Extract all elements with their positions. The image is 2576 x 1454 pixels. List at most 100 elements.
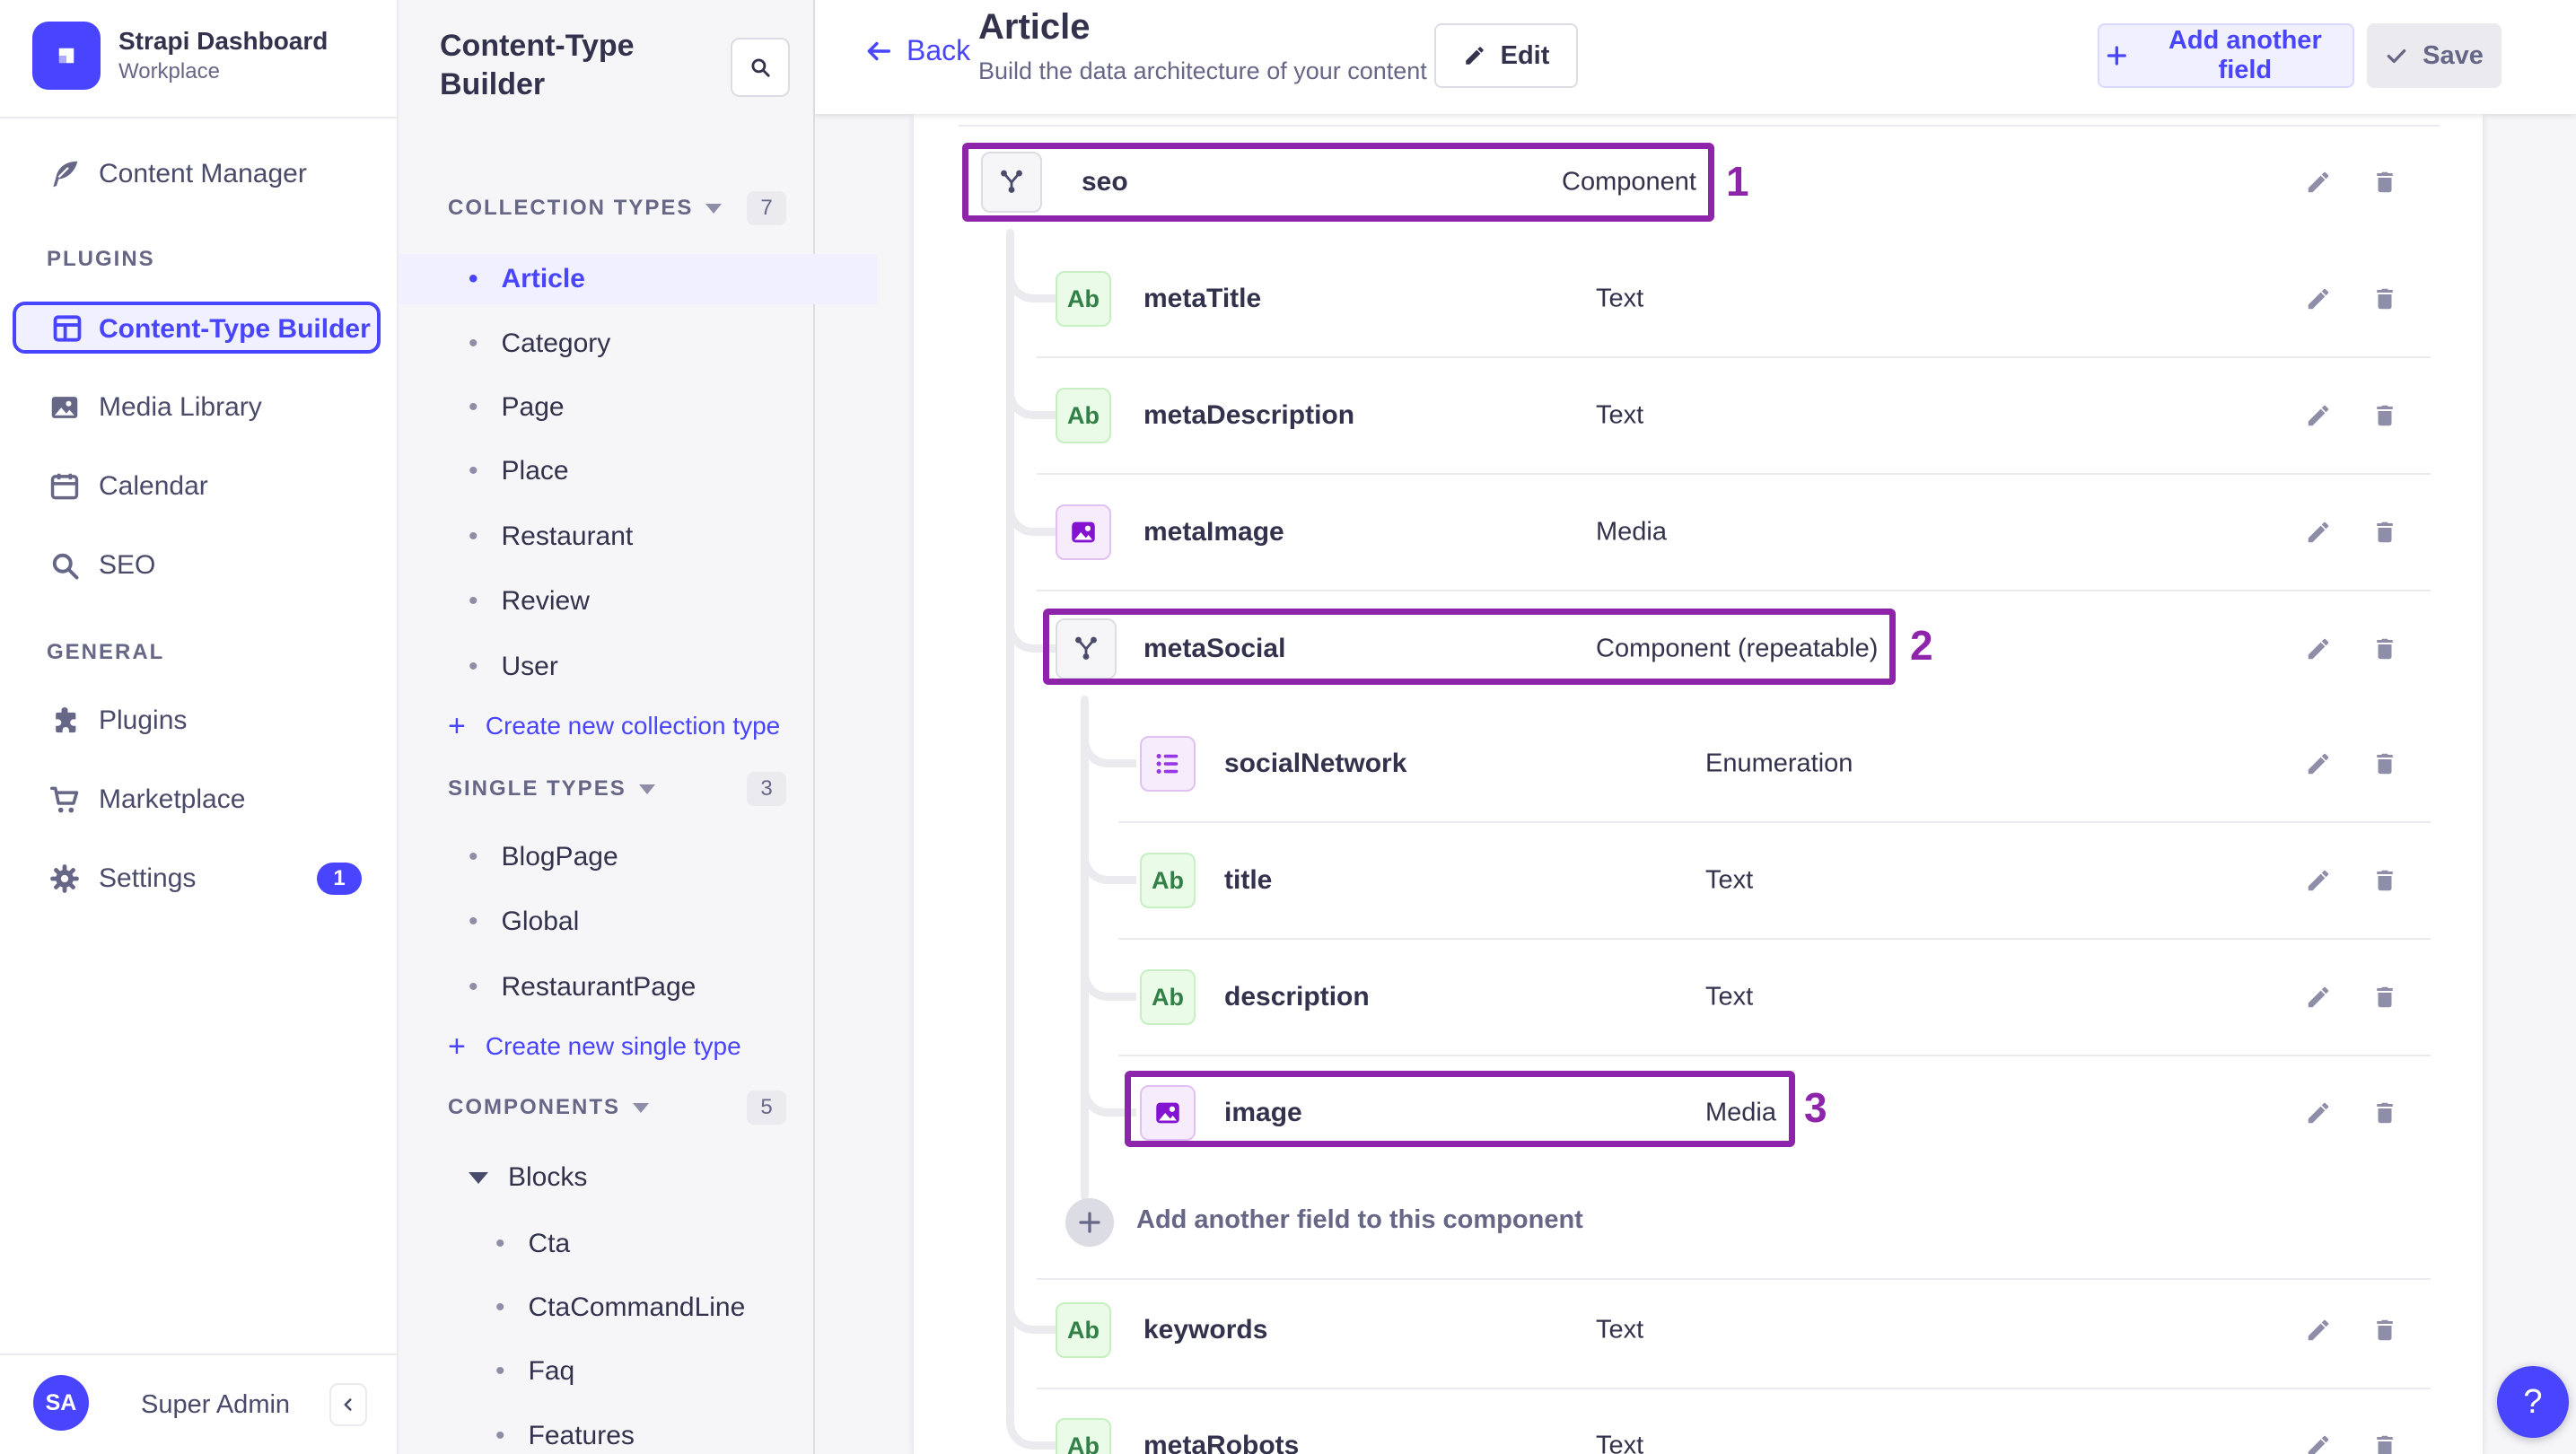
divider (1118, 1055, 2431, 1056)
divider (1118, 938, 2431, 940)
chevron-down-icon (633, 1102, 650, 1113)
trash-icon (2377, 986, 2393, 1008)
pencil-icon (2308, 638, 2329, 660)
edit-field-button[interactable] (2298, 628, 2339, 670)
subnav-item-article[interactable]: • Article (399, 254, 877, 304)
field-type: Text (1705, 982, 1754, 1012)
page-subtitle: Build the data architecture of your cont… (978, 57, 1427, 84)
subnav-item-page[interactable]: • Page (399, 382, 877, 433)
delete-field-button[interactable] (2364, 1092, 2405, 1134)
edit-field-button[interactable] (2298, 1092, 2339, 1134)
subnav-item-label: Cta (528, 1229, 571, 1258)
sidebar-item-plugins[interactable]: Plugins (0, 692, 397, 749)
divider (1037, 473, 2431, 475)
delete-field-button[interactable] (2364, 395, 2405, 436)
subnav-item-label: Article (501, 264, 585, 293)
component-field-icon (1056, 618, 1117, 679)
components-header[interactable]: COMPONENTS (448, 1093, 650, 1122)
sidebar-item-marketplace[interactable]: Marketplace (0, 771, 397, 828)
subnav-item-place[interactable]: • Place (399, 446, 877, 496)
subnav-group-blocks[interactable]: Blocks (399, 1152, 877, 1203)
add-field-to-component-label[interactable]: Add another field to this component (1136, 1205, 1583, 1235)
subnav-item-category[interactable]: • Category (399, 319, 877, 369)
delete-field-button[interactable] (2364, 977, 2405, 1018)
sidebar-item-label: Content Manager (99, 159, 307, 188)
pencil-icon (2308, 1435, 2329, 1454)
delete-field-button[interactable] (2364, 860, 2405, 901)
delete-field-button[interactable] (2364, 278, 2405, 320)
text-field-icon: Ab (1140, 853, 1196, 908)
field-type: Media (1705, 1098, 1776, 1127)
add-another-field-button[interactable]: Add another field (2098, 23, 2354, 88)
single-types-header[interactable]: SINGLE TYPES (448, 775, 655, 803)
bullet-icon: • (469, 392, 478, 422)
trash-icon (2377, 1435, 2393, 1454)
edit-field-button[interactable] (2298, 743, 2339, 784)
field-type: Text (1596, 1431, 1644, 1454)
delete-field-button[interactable] (2364, 512, 2405, 553)
subnav-item-user[interactable]: • User (399, 642, 877, 692)
sidebar-item-seo[interactable]: SEO (0, 537, 397, 594)
delete-field-button[interactable] (2364, 628, 2405, 670)
subnav-item-global[interactable]: • Global (399, 897, 877, 947)
add-field-to-component-button[interactable] (1065, 1198, 1114, 1247)
plugins-section-header: PLUGINS (47, 247, 155, 271)
back-link[interactable]: Back (863, 34, 970, 67)
save-button[interactable]: Save (2367, 23, 2502, 88)
subnav-item-restaurant[interactable]: • Restaurant (399, 512, 877, 562)
edit-field-button[interactable] (2298, 1425, 2339, 1454)
field-name: title (1224, 865, 1273, 895)
subnav-item-review[interactable]: • Review (399, 576, 877, 626)
add-field-label: Add another field (2168, 26, 2322, 84)
caret-down-icon (469, 1171, 488, 1184)
search-button[interactable] (731, 38, 790, 97)
subnav-item-restaurantpage[interactable]: • RestaurantPage (399, 962, 877, 1012)
edit-button[interactable]: Edit (1434, 23, 1578, 88)
workspace-name: Workplace (118, 59, 220, 83)
field-name: metaDescription (1143, 400, 1355, 430)
main-sidebar: Strapi Dashboard Workplace Content Manag… (0, 0, 399, 1454)
section-label: COLLECTION TYPES (448, 196, 694, 220)
sidebar-item-label: Content-Type Builder (99, 314, 371, 344)
edit-field-button[interactable] (2298, 395, 2339, 436)
field-type: Text (1596, 1315, 1644, 1345)
sidebar-item-content-type-builder[interactable]: Content-Type Builder (13, 302, 381, 354)
subnav-item-faq[interactable]: • Faq (399, 1346, 904, 1397)
delete-field-button[interactable] (2364, 162, 2405, 203)
trash-icon (2377, 288, 2393, 310)
text-field-icon: Ab (1056, 1302, 1111, 1358)
puzzle-icon (47, 703, 83, 739)
media-field-icon (1056, 504, 1111, 560)
strapi-logo[interactable] (32, 22, 101, 90)
chevron-down-icon (638, 784, 655, 794)
edit-field-button[interactable] (2298, 512, 2339, 553)
edit-field-button[interactable] (2298, 860, 2339, 901)
collection-types-header[interactable]: COLLECTION TYPES (448, 194, 723, 223)
collapse-sidebar-button[interactable] (329, 1383, 367, 1426)
edit-field-button[interactable] (2298, 977, 2339, 1018)
subnav-item-features[interactable]: • Features (399, 1411, 904, 1454)
delete-field-button[interactable] (2364, 1309, 2405, 1351)
create-collection-type-link[interactable]: + Create new collection type (448, 706, 780, 746)
create-single-type-link[interactable]: + Create new single type (448, 1027, 741, 1066)
chevron-down-icon (705, 203, 723, 214)
avatar[interactable]: SA (33, 1375, 89, 1431)
app-name: Strapi Dashboard (118, 27, 329, 55)
subnav-item-blogpage[interactable]: • BlogPage (399, 832, 877, 882)
delete-field-button[interactable] (2364, 1425, 2405, 1454)
edit-field-button[interactable] (2298, 1309, 2339, 1351)
sidebar-item-content-manager[interactable]: Content Manager (0, 145, 397, 203)
subnav-item-ctacommandline[interactable]: • CtaCommandLine (399, 1283, 904, 1333)
delete-field-button[interactable] (2364, 743, 2405, 784)
trash-icon (2377, 405, 2393, 426)
subnav-item-cta[interactable]: • Cta (399, 1219, 904, 1269)
sidebar-item-media-library[interactable]: Media Library (0, 379, 397, 436)
help-button[interactable]: ? (2497, 1366, 2569, 1438)
edit-field-button[interactable] (2298, 278, 2339, 320)
bullet-icon: • (469, 842, 478, 872)
sidebar-item-calendar[interactable]: Calendar (0, 458, 397, 515)
edit-field-button[interactable] (2298, 162, 2339, 203)
help-label: ? (2523, 1382, 2543, 1421)
pencil-icon (1465, 47, 1484, 65)
subnav-item-label: CtaCommandLine (528, 1292, 746, 1322)
